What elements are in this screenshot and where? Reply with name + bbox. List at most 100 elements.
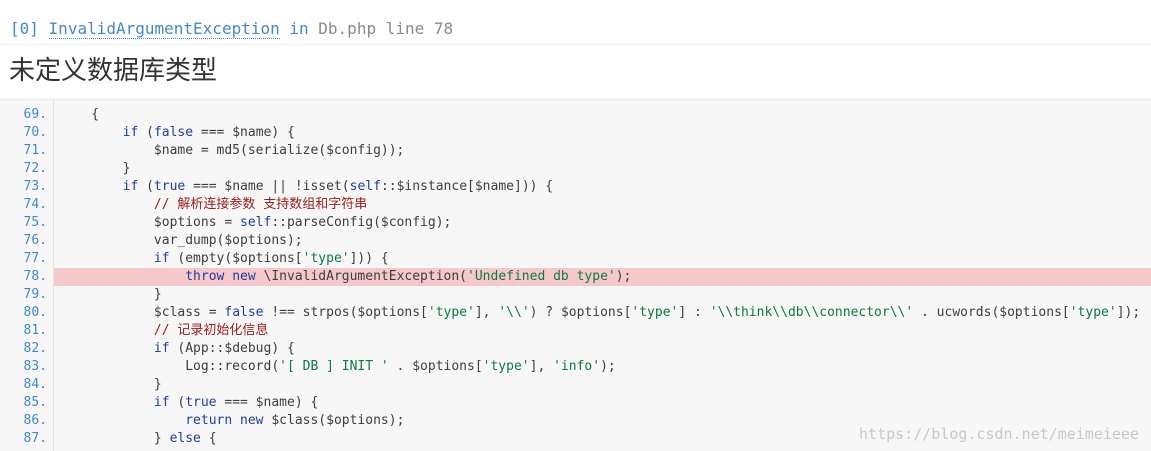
line-code: $name = md5(serialize($config));: [54, 142, 1151, 160]
line-code: if (false === $name) {: [54, 124, 1151, 142]
code-string: 'type': [1069, 305, 1117, 320]
source-code-panel[interactable]: 69. {70. if (false === $name) {71. $name…: [0, 99, 1151, 451]
code-text: === $name) {: [193, 125, 295, 140]
code-text: $class =: [60, 305, 225, 320]
code-string: 'type': [302, 251, 350, 266]
code-text: ] :: [678, 305, 710, 320]
code-text: (: [138, 125, 154, 140]
code-text: Log::record(: [60, 359, 280, 374]
code-text: }: [60, 431, 170, 446]
code-text: \InvalidArgumentException(: [255, 269, 468, 284]
code-text: }: [60, 161, 131, 176]
line-number: 81.: [23, 323, 47, 338]
code-keyword: if: [153, 341, 170, 356]
code-keyword: return: [185, 413, 233, 428]
line-code: if (true === $name || !isset(self::$inst…: [54, 178, 1151, 196]
code-line: 85. if (true === $name) {: [0, 394, 1151, 412]
code-string: 'type': [631, 305, 679, 320]
header-divider: [0, 44, 1151, 45]
line-number: 71.: [23, 143, 47, 158]
code-text: }: [60, 377, 162, 392]
code-text: );: [615, 269, 632, 284]
code-keyword: throw: [185, 269, 225, 284]
code-keyword: else: [169, 431, 201, 446]
line-number: 80.: [23, 305, 47, 320]
code-line: 74. // 解析连接参数 支持数组和字符串: [0, 196, 1151, 214]
line-code: }: [54, 286, 1151, 304]
code-keyword: self: [349, 179, 381, 194]
code-string: 'type': [427, 305, 475, 320]
code-text: === $name || !isset(: [185, 179, 350, 194]
line-code: if (empty($options['type'])) {: [54, 250, 1151, 268]
code-keyword: if: [153, 395, 170, 410]
line-code: throw new \InvalidArgumentException('Und…: [54, 268, 1151, 286]
code-line: 71. $name = md5(serialize($config));: [0, 142, 1151, 160]
line-number: 86.: [23, 413, 47, 428]
exception-class-link[interactable]: InvalidArgumentException: [48, 19, 280, 39]
code-text: ]);: [1116, 305, 1141, 320]
code-line: 79. }: [0, 286, 1151, 304]
line-number: 70.: [23, 125, 47, 140]
line-number: 72.: [23, 161, 47, 176]
code-line: 69. {: [0, 106, 1151, 124]
line-number: 77.: [23, 251, 47, 266]
code-comment: // 记录初始化信息: [60, 323, 269, 338]
code-line: 70. if (false === $name) {: [0, 124, 1151, 142]
code-keyword: if: [153, 251, 170, 266]
code-string: 'info': [553, 359, 601, 374]
line-code: }: [54, 160, 1151, 178]
line-number: 78.: [23, 269, 47, 284]
code-keyword: false: [153, 125, 194, 140]
code-text: (empty($options[: [169, 251, 303, 266]
line-code: Log::record('[ DB ] INIT ' . $options['t…: [54, 358, 1151, 376]
code-text: $options =: [60, 215, 241, 230]
code-text: ::$instance[$name])) {: [380, 179, 554, 194]
line-code: {: [54, 106, 1151, 124]
watermark: https://blog.csdn.net/meimeieee: [859, 425, 1139, 443]
line-number: 83.: [23, 359, 47, 374]
line-code: if (App::$debug) {: [54, 340, 1151, 358]
code-text: (: [138, 179, 154, 194]
code-text: ])) {: [349, 251, 389, 266]
line-code: $options = self::parseConfig($config);: [54, 214, 1151, 232]
code-keyword: true: [153, 179, 186, 194]
code-comment: // 解析连接参数 支持数组和字符串: [60, 197, 368, 212]
code-string: 'type': [482, 359, 530, 374]
code-line: 76. var_dump($options);: [0, 232, 1151, 250]
code-text: !== strpos($options[: [263, 305, 428, 320]
line-code: if (true === $name) {: [54, 394, 1151, 412]
code-line: 81. // 记录初始化信息: [0, 322, 1151, 340]
code-text: (App::$debug) {: [169, 341, 295, 356]
line-number: 69.: [23, 107, 47, 122]
code-keyword: if: [122, 125, 139, 140]
code-line: 80. $class = false !== strpos($options['…: [0, 304, 1151, 322]
code-text: ],: [529, 359, 554, 374]
code-string: '\\': [498, 305, 530, 320]
exception-index: [0]: [10, 19, 39, 38]
line-number: 85.: [23, 395, 47, 410]
code-text: ) ? $options[: [529, 305, 632, 320]
code-line: 84. }: [0, 376, 1151, 394]
code-string: '[ DB ] INIT ': [279, 359, 389, 374]
exception-header: [0] InvalidArgumentException in Db.php l…: [10, 17, 453, 41]
code-line: 82. if (App::$debug) {: [0, 340, 1151, 358]
code-keyword: self: [240, 215, 272, 230]
code-text: }: [60, 287, 162, 302]
line-number: 87.: [23, 431, 47, 446]
code-text: $name = md5(serialize($config));: [60, 143, 405, 158]
line-code: $class = false !== strpos($options['type…: [54, 304, 1151, 322]
code-line: 72. }: [0, 160, 1151, 178]
code-line: 83. Log::record('[ DB ] INIT ' . $option…: [0, 358, 1151, 376]
code-line-highlighted: 78. throw new \InvalidArgumentException(…: [0, 268, 1151, 286]
code-text: {: [200, 431, 217, 446]
code-text: ],: [474, 305, 499, 320]
line-number: 82.: [23, 341, 47, 356]
line-code: var_dump($options);: [54, 232, 1151, 250]
error-message: 未定义数据库类型: [9, 56, 218, 86]
